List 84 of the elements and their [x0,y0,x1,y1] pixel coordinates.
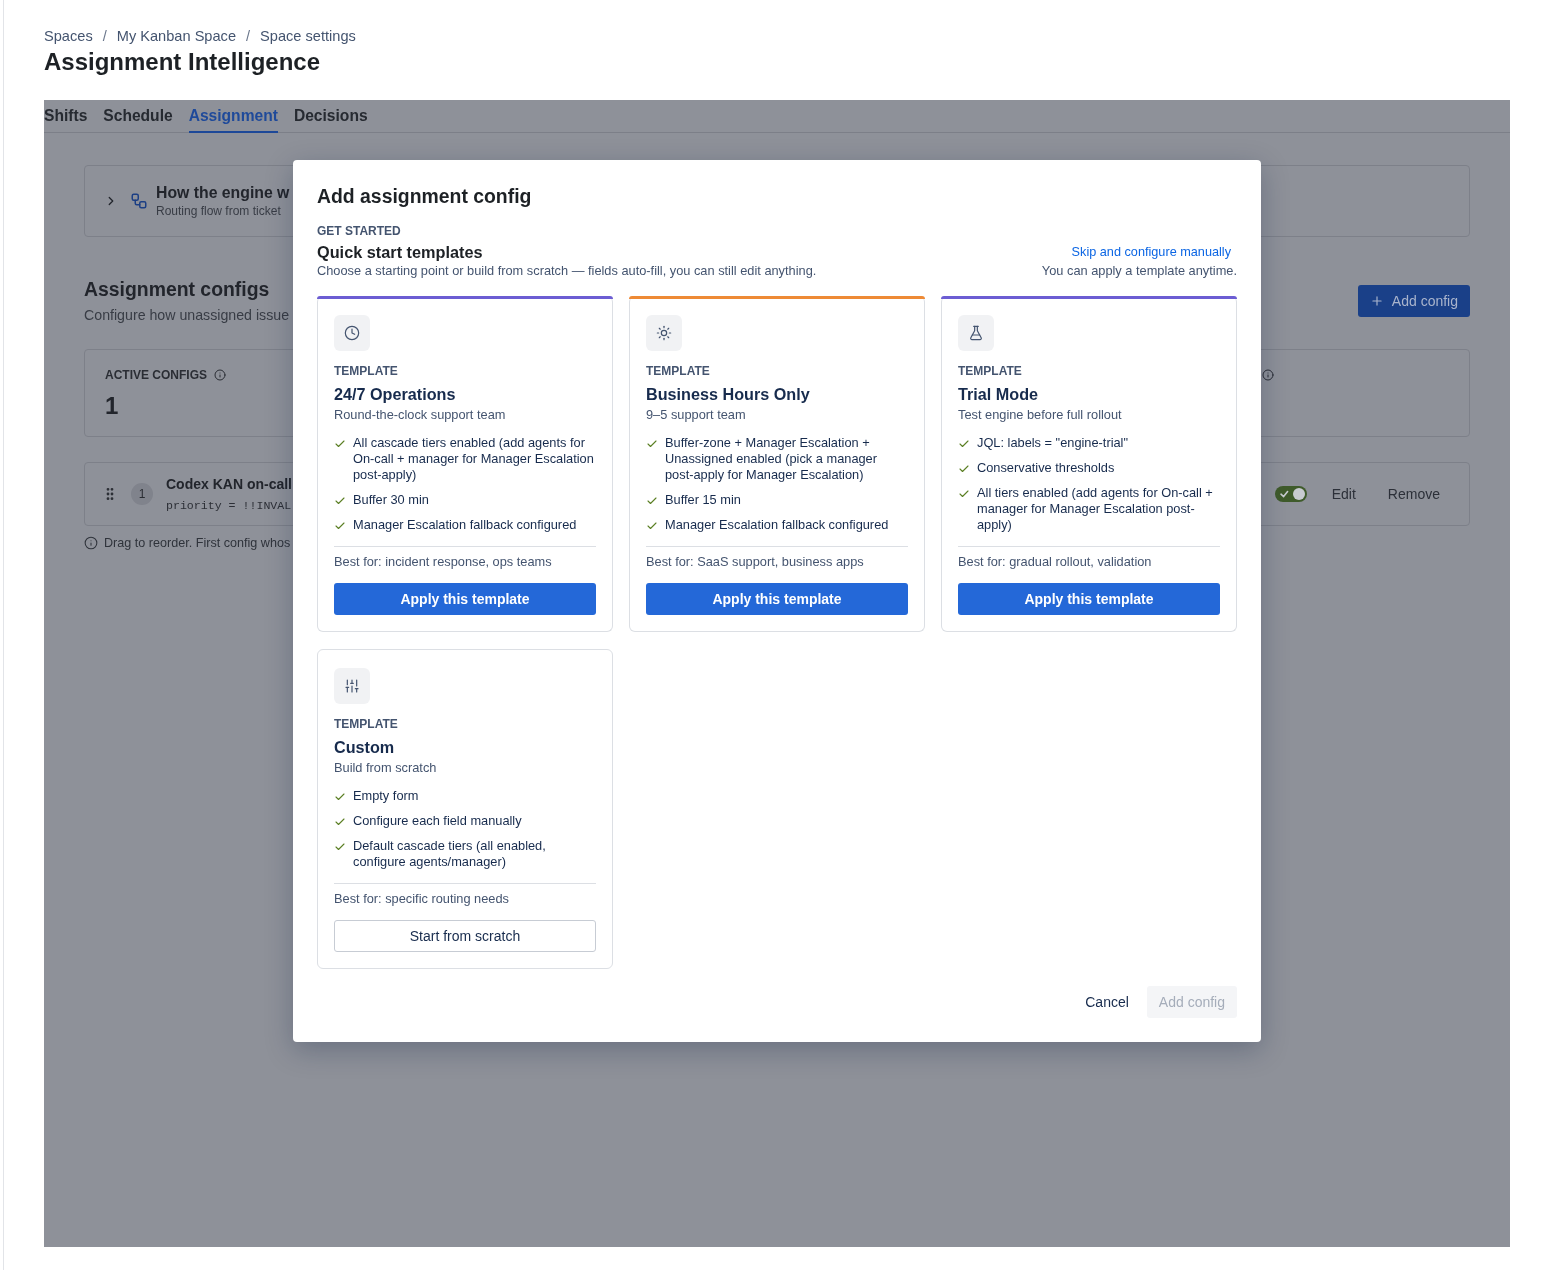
stat-label: ACTIVE CONFIGS [105,367,207,383]
plus-icon [1369,294,1384,308]
check-icon [646,438,658,450]
template-subtitle: Build from scratch [334,760,437,776]
sliders-icon [334,668,370,704]
tab[interactable]: Schedule [103,100,173,133]
feature-text: All tiers enabled (add agents for On-call + manager for Manager Escalation post-apply) [977,485,1214,533]
tab[interactable]: Assignment [188,100,278,133]
feature-text: Buffer 15 min [665,492,741,508]
check-icon [958,463,970,475]
feature-text: All cascade tiers enabled (add agents for On-call + manager for Manager Escalation post-apply) [353,435,595,483]
panel-subtitle: Routing flow from ticket [156,203,281,219]
eyebrow-label: TEMPLATE [646,363,710,379]
check-icon [334,791,346,803]
order-badge: 1 [131,483,153,505]
info-icon [214,369,226,381]
clock-icon [334,315,370,351]
tab[interactable]: Decisions [293,100,368,133]
template-name: Custom [334,737,395,758]
template-name: Business Hours Only [646,384,810,405]
edit-button[interactable]: Edit [1319,478,1368,510]
feature-text: Conservative thresholds [977,460,1115,476]
eyebrow-label: TEMPLATE [334,716,398,732]
section-description: Choose a starting point or build from scratch — fields auto-fill, you can still edit anything. [317,263,817,279]
panel-title: How the engine w [156,183,290,203]
tab[interactable]: Shifts [44,100,88,133]
feature-text: Buffer 30 min [353,492,429,508]
check-icon [334,816,346,828]
start-from-scratch-button[interactable]: Start from scratch [334,920,596,952]
eyebrow-label: TEMPLATE [958,363,1022,379]
breadcrumb-separator: / [102,27,107,46]
eyebrow-label: GET STARTED [317,223,401,239]
template-name: 24/7 Operations [334,384,456,405]
remove-button[interactable]: Remove [1375,478,1452,510]
template-subtitle: 9–5 support team [646,407,746,423]
apply-template-button[interactable]: Apply this template [334,583,596,615]
check-icon [334,495,346,507]
check-icon [958,488,970,500]
best-for-text: Best for: gradual rollout, validation [958,554,1152,570]
apply-template-button[interactable]: Apply this template [958,583,1220,615]
eyebrow-label: TEMPLATE [334,363,398,379]
helper-text: Drag to reorder. First config whos [104,535,291,551]
section-title: Assignment configs [84,277,270,301]
template-subtitle: Test engine before full rollout [958,407,1122,423]
check-icon [334,520,346,532]
modal-title: Add assignment config [317,184,532,208]
page-title: Assignment Intelligence [44,47,321,77]
info-icon [84,536,98,550]
check-icon [334,841,346,853]
feature-text: Empty form [353,788,419,804]
best-for-text: Best for: SaaS support, business apps [646,554,864,570]
cancel-button[interactable]: Cancel [1075,986,1139,1018]
sun-icon [646,315,682,351]
add-config-button[interactable]: Add config [1357,285,1470,317]
stat-value: 1 [105,391,119,421]
check-icon [334,438,346,450]
check-icon [958,438,970,450]
check-icon [646,495,658,507]
template-subtitle: Round-the-clock support team [334,407,506,423]
check-icon [646,520,658,532]
feature-text: Manager Escalation fallback configured [665,517,889,533]
flask-icon [958,315,994,351]
breadcrumb-link[interactable]: Space settings [260,26,356,46]
feature-text: Configure each field manually [353,813,522,829]
config-name: Codex KAN on-call [166,474,292,493]
section-description: Configure how unassigned issue [84,306,290,325]
section-heading: Quick start templates [317,242,483,263]
breadcrumb-link[interactable]: My Kanban Space [116,26,236,46]
feature-text: Manager Escalation fallback configured [353,517,577,533]
best-for-text: Best for: specific routing needs [334,891,509,907]
best-for-text: Best for: incident response, ops teams [334,554,552,570]
toggle-switch[interactable] [1274,486,1307,502]
template-name: Trial Mode [958,384,1039,405]
config-query: priority = !!INVAL [166,497,292,514]
helper-text: You can apply a template anytime. [1041,263,1237,279]
feature-text: JQL: labels = "engine-trial" [977,435,1128,451]
apply-template-button[interactable]: Apply this template [646,583,908,615]
feature-text: Default cascade tiers (all enabled, configure agents/manager) [353,838,547,870]
skip-link[interactable]: Skip and configure manually [1071,241,1237,263]
workflow-icon [130,192,148,210]
breadcrumb-link[interactable]: Spaces [44,26,93,46]
feature-text: Buffer-zone + Manager Escalation + Unassigned enabled (pick a manager post-apply for Manager Escalation) [665,435,878,483]
breadcrumb-separator: / [246,27,251,46]
info-icon [1262,369,1274,381]
